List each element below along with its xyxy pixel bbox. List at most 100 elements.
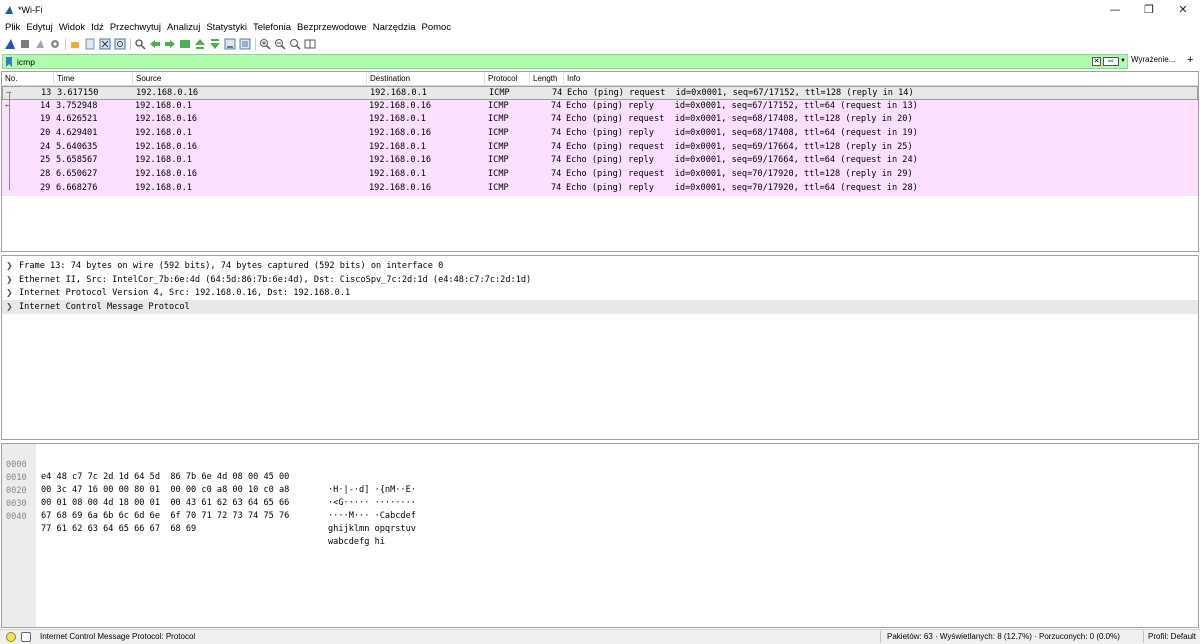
save-file-icon[interactable] bbox=[83, 38, 96, 51]
chevron-right-icon[interactable]: ❯ bbox=[6, 300, 19, 314]
clear-filter-icon[interactable]: ✕ bbox=[1092, 57, 1101, 66]
chevron-down-icon[interactable]: ▼ bbox=[1120, 58, 1126, 64]
restart-icon[interactable] bbox=[33, 38, 46, 51]
zoom-normal-icon[interactable] bbox=[288, 38, 301, 51]
open-folder-icon[interactable] bbox=[68, 38, 81, 51]
reload-icon[interactable] bbox=[113, 38, 126, 51]
tree-item-frame[interactable]: ❯ Frame 13: 74 bytes on wire (592 bits), … bbox=[2, 259, 1198, 273]
bytes-ascii[interactable]: ····M··· ·Cabcdef bbox=[328, 510, 416, 523]
cell-destination: 192.168.0.1 bbox=[370, 88, 427, 98]
autoscroll-icon[interactable] bbox=[223, 38, 236, 51]
table-row[interactable]: 29 6.668276 192.168.0.1 192.168.0.16 ICM… bbox=[2, 181, 1198, 196]
chevron-right-icon[interactable]: ❯ bbox=[6, 259, 19, 273]
bytes-ascii[interactable]: wabcdefg hi bbox=[328, 536, 385, 549]
table-row[interactable]: 19 4.626521 192.168.0.16 192.168.0.1 ICM… bbox=[2, 113, 1198, 128]
close-file-icon[interactable] bbox=[98, 38, 111, 51]
menu-edit[interactable]: Edytuj bbox=[23, 22, 55, 33]
menu-wireless[interactable]: Bezprzewodowe bbox=[294, 22, 370, 33]
table-row[interactable]: 20 4.629401 192.168.0.1 192.168.0.16 ICM… bbox=[2, 127, 1198, 141]
menu-capture[interactable]: Przechwytuj bbox=[107, 22, 164, 33]
bytes-hex[interactable]: 00 01 08 00 4d 18 00 01 00 43 61 62 63 6… bbox=[41, 497, 289, 510]
bookmark-icon[interactable] bbox=[5, 56, 13, 67]
menu-help[interactable]: Pomoc bbox=[419, 22, 455, 33]
column-source[interactable]: Source bbox=[136, 74, 161, 83]
column-separator[interactable] bbox=[484, 72, 485, 86]
go-back-icon[interactable] bbox=[148, 38, 161, 51]
options-gear-icon[interactable] bbox=[48, 38, 61, 51]
tree-item-icmp[interactable]: ❯ Internet Control Message Protocol bbox=[2, 300, 1198, 314]
chevron-right-icon[interactable]: ❯ bbox=[6, 273, 19, 287]
apply-filter-icon[interactable]: ⇨ bbox=[1103, 57, 1119, 66]
zoom-in-icon[interactable] bbox=[258, 38, 271, 51]
column-time[interactable]: Time bbox=[57, 74, 74, 83]
bytes-ascii[interactable]: ·H·|-·d] ·{nM··E· bbox=[328, 484, 416, 497]
column-separator[interactable] bbox=[563, 72, 564, 86]
resize-columns-icon[interactable] bbox=[303, 38, 316, 51]
table-row[interactable]: 24 5.640635 192.168.0.16 192.168.0.1 ICM… bbox=[2, 140, 1198, 155]
shark-fin-icon[interactable] bbox=[3, 38, 16, 51]
filter-text: icmp bbox=[17, 56, 35, 67]
cell-info: Echo (ping) request id=0x0001, seq=69/17… bbox=[566, 141, 913, 152]
expert-info-icon[interactable] bbox=[6, 632, 16, 642]
table-row[interactable]: → 13 3.617150 192.168.0.16 192.168.0.1 I… bbox=[2, 86, 1198, 100]
menu-analyze[interactable]: Analizuj bbox=[164, 22, 203, 33]
add-filter-button[interactable]: + bbox=[1187, 54, 1193, 66]
menu-telephony[interactable]: Telefonia bbox=[250, 22, 294, 33]
status-profile[interactable]: Profil: Default bbox=[1148, 632, 1196, 641]
cell-protocol: ICMP bbox=[488, 155, 509, 166]
status-separator[interactable] bbox=[1143, 631, 1144, 643]
maximize-icon[interactable]: ❐ bbox=[1132, 0, 1166, 19]
capture-comment-icon[interactable] bbox=[21, 632, 31, 642]
column-separator[interactable] bbox=[366, 72, 367, 86]
menu-statistics[interactable]: Statystyki bbox=[203, 22, 250, 33]
menu-go[interactable]: Idź bbox=[88, 22, 107, 33]
display-filter-input[interactable]: icmp ✕ ⇨ ▼ bbox=[2, 54, 1128, 69]
column-separator[interactable] bbox=[132, 72, 133, 86]
column-separator[interactable] bbox=[53, 72, 54, 86]
close-icon[interactable]: ✕ bbox=[1166, 0, 1200, 19]
find-icon[interactable] bbox=[133, 38, 146, 51]
related-packet-icon: → bbox=[6, 88, 12, 98]
bytes-hex[interactable]: e4 48 c7 7c 2d 1d 64 5d 86 7b 6e 4d 08 0… bbox=[41, 471, 289, 484]
tree-item-ipv4[interactable]: ❯ Internet Protocol Version 4, Src: 192.1… bbox=[2, 286, 1198, 300]
table-row[interactable]: 25 5.658567 192.168.0.1 192.168.0.16 ICM… bbox=[2, 154, 1198, 169]
status-separator[interactable] bbox=[880, 631, 881, 643]
bytes-hex[interactable]: 00 3c 47 16 00 00 80 01 00 00 c0 a8 00 1… bbox=[41, 484, 289, 497]
column-protocol[interactable]: Protocol bbox=[488, 74, 517, 83]
go-forward-icon[interactable] bbox=[163, 38, 176, 51]
column-separator[interactable] bbox=[529, 72, 530, 86]
chevron-right-icon[interactable]: ❯ bbox=[6, 286, 19, 300]
status-bar: Internet Control Message Protocol: Proto… bbox=[0, 629, 1200, 644]
table-row[interactable]: 28 6.650627 192.168.0.16 192.168.0.1 ICM… bbox=[2, 168, 1198, 182]
tree-item-ethernet[interactable]: ❯ Ethernet II, Src: IntelCor_7b:6e:4d (64… bbox=[2, 273, 1198, 287]
table-row[interactable]: ← 14 3.752948 192.168.0.1 192.168.0.16 I… bbox=[2, 99, 1198, 114]
cell-destination: 192.168.0.1 bbox=[369, 141, 426, 152]
bytes-hex[interactable]: 77 61 62 63 64 65 66 67 68 69 bbox=[41, 523, 196, 536]
packet-bytes[interactable]: 0000 e4 48 c7 7c 2d 1d 64 5d 86 7b 6e 4d… bbox=[1, 443, 1199, 628]
menu-file[interactable]: Plik bbox=[2, 22, 23, 33]
packet-list[interactable]: No. Time Source Destination Protocol Len… bbox=[1, 71, 1199, 252]
menu-tools[interactable]: Narzędzia bbox=[370, 22, 419, 33]
first-packet-icon[interactable] bbox=[193, 38, 206, 51]
minimize-icon[interactable]: — bbox=[1098, 0, 1132, 19]
column-destination[interactable]: Destination bbox=[370, 74, 410, 83]
expressions-button[interactable]: Wyrażenie... bbox=[1131, 55, 1175, 64]
column-no[interactable]: No. bbox=[5, 74, 17, 83]
bytes-ascii[interactable]: ·<G····· ········ bbox=[328, 497, 416, 510]
bytes-hex[interactable]: 67 68 69 6a 6b 6c 6d 6e 6f 70 71 72 73 7… bbox=[41, 510, 289, 523]
cell-protocol: ICMP bbox=[488, 128, 509, 139]
go-to-packet-icon[interactable] bbox=[178, 38, 191, 51]
packet-list-header: No. Time Source Destination Protocol Len… bbox=[2, 72, 1198, 86]
zoom-out-icon[interactable] bbox=[273, 38, 286, 51]
bytes-ascii[interactable]: ghijklmn opqrstuv bbox=[328, 523, 416, 536]
cell-length: 74 bbox=[551, 128, 562, 139]
cell-no: 28 bbox=[40, 169, 51, 180]
colorize-icon[interactable] bbox=[238, 38, 251, 51]
last-packet-icon[interactable] bbox=[208, 38, 221, 51]
packet-details[interactable]: ❯ Frame 13: 74 bytes on wire (592 bits), … bbox=[1, 255, 1199, 440]
column-length[interactable]: Length bbox=[533, 74, 557, 83]
column-info[interactable]: Info bbox=[567, 74, 580, 83]
main-toolbar bbox=[0, 35, 1200, 53]
menu-view[interactable]: Widok bbox=[56, 22, 88, 33]
stop-icon[interactable] bbox=[18, 38, 31, 51]
